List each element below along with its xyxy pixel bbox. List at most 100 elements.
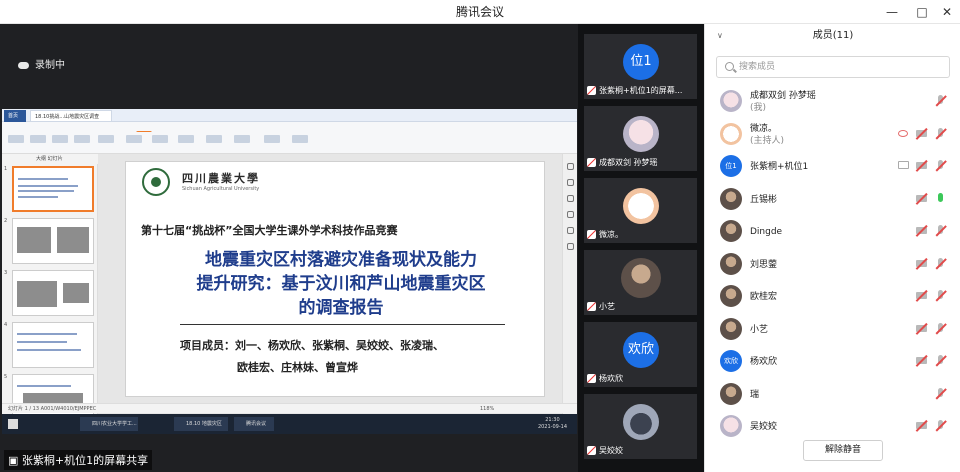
taskbar-clock: 21:30 2021-09-14 (537, 417, 567, 430)
camera-off-icon[interactable] (916, 422, 927, 429)
shared-screen: 首页 18.10挑战...山地震灾区调查 开始插入设计切换动画放映审阅视图开发工… (2, 109, 577, 434)
member-row[interactable]: 欧桂宏 (705, 281, 960, 312)
shared-screen-area[interactable]: 录制中 首页 18.10挑战...山地震灾区调查 开始插入设计切换动画放映审阅视… (0, 24, 578, 472)
camera-off-icon[interactable] (916, 292, 927, 299)
member-role: (我) (750, 103, 767, 113)
member-row[interactable]: 位1 张紫桐+机位1 (705, 151, 960, 182)
tile-name: 吴姣姣 (587, 445, 623, 456)
search-input[interactable] (739, 57, 944, 77)
ppt-status-bar: 幻灯片 1 / 13 A001/W4010/EJMPPEC 118% (2, 403, 577, 413)
video-tile[interactable]: 欢欣 杨欢欣 (584, 322, 697, 387)
avatar (720, 285, 742, 307)
tile-name: 杨欢欣 (587, 373, 623, 384)
slide-thumbnail (12, 218, 94, 264)
university-seal-logo (142, 168, 170, 196)
video-tile[interactable]: 微凉。 (584, 178, 697, 243)
eye-icon[interactable] (898, 129, 908, 137)
mic-muted-icon[interactable] (936, 420, 946, 432)
university-name-cn: 四川農業大學 (182, 172, 260, 185)
maximize-icon[interactable]: □ (910, 0, 934, 24)
member-name: 微凉。 (主持人) (750, 123, 785, 146)
mic-muted-icon[interactable] (936, 355, 946, 367)
member-name: 张紫桐+机位1 (750, 162, 809, 172)
mic-active-icon[interactable] (936, 192, 946, 205)
member-row[interactable]: 瑞 (705, 379, 960, 410)
university-name-en: Sichuan Agricultural University (182, 186, 260, 192)
avatar: 位1 (623, 44, 659, 80)
screen-share-icon: ▣ (8, 454, 19, 467)
mic-muted-icon (587, 158, 596, 167)
member-row[interactable]: 吴姣姣 (705, 411, 960, 442)
mic-muted-icon[interactable] (936, 225, 946, 237)
chevron-down-icon[interactable]: ∨ (717, 24, 723, 48)
participants-header[interactable]: ∨ 成员(11) (705, 24, 960, 48)
window-title: 腾讯会议 (455, 5, 504, 19)
avatar (720, 220, 742, 242)
avatar (720, 187, 742, 210)
ppt-menu-bar: 开始插入设计切换动画放映审阅视图开发工具会员专享 (2, 122, 577, 141)
mic-muted-icon[interactable] (936, 290, 946, 302)
mic-muted-icon[interactable] (936, 322, 946, 335)
ppt-tab-bar: 首页 18.10挑战...山地震灾区调查 (2, 109, 577, 122)
ppt-ribbon (2, 132, 577, 154)
participants-panel: ∨ 成员(11) 成都双剑 孙梦瑶(我) 微凉。(主持人) 位1 张紫桐+机位1 丘锡彬… (704, 24, 960, 472)
member-row[interactable]: 成都双剑 孙梦瑶 (我) (705, 86, 960, 117)
camera-off-icon[interactable] (916, 194, 927, 202)
member-role: (主持人) (750, 135, 785, 146)
minimize-icon[interactable]: — (880, 0, 904, 24)
video-tile[interactable]: 成都双剑 孙梦瑶 (584, 106, 697, 171)
member-row[interactable]: 刘思蓥 (705, 249, 960, 280)
screen-share-icon[interactable] (898, 161, 909, 169)
member-search[interactable] (716, 56, 950, 78)
avatar (623, 188, 659, 224)
avatar (623, 404, 659, 440)
mic-muted-icon[interactable] (936, 127, 946, 140)
tile-name: 微凉。 (587, 229, 623, 240)
avatar: 欢欣 (623, 332, 659, 368)
close-icon[interactable]: ✕ (935, 0, 959, 24)
avatar (720, 122, 742, 145)
mic-muted-icon (587, 374, 596, 383)
avatar: 欢欣 (720, 350, 742, 372)
member-row[interactable]: 小艺 (705, 314, 960, 345)
avatar (621, 258, 661, 298)
video-tile[interactable]: 吴姣姣 (584, 394, 697, 459)
video-tiles-column: 位1 张紫桐+机位1的屏幕... 成都双剑 孙梦瑶 微凉。小艺欢欣 杨欢欣吴姣姣 (578, 24, 704, 472)
recording-indicator[interactable]: 录制中 (18, 56, 65, 71)
camera-off-icon[interactable] (916, 324, 927, 332)
current-slide: 四川農業大學 Sichuan Agricultural University 第… (125, 161, 545, 397)
ppt-thumbnail-pane: 1 2 3 4 5 (2, 164, 98, 420)
search-icon (725, 62, 734, 71)
member-row[interactable]: 欢欣 杨欢欣 (705, 346, 960, 377)
slide-members: 项目成员：刘一、杨欢欣、张紫桐、吴姣姣、张凌瑞、 欧桂宏、庄林妹、曾宣烨 (180, 339, 444, 374)
title-bar: 腾讯会议 — □ ✕ (0, 0, 960, 24)
mic-muted-icon (587, 302, 596, 311)
camera-off-icon[interactable] (916, 129, 927, 137)
video-tile[interactable]: 小艺 (584, 250, 697, 315)
avatar (720, 382, 742, 405)
tile-name: 成都双剑 孙梦瑶 (587, 157, 658, 168)
video-tile[interactable]: 位1 张紫桐+机位1的屏幕... (584, 34, 697, 99)
slide-thumbnail (12, 166, 94, 212)
mic-muted-icon[interactable] (936, 160, 946, 172)
tile-name: 小艺 (587, 301, 615, 312)
mic-muted-icon[interactable] (936, 387, 946, 400)
member-row[interactable]: 丘锡彬 (705, 184, 960, 215)
avatar (720, 90, 742, 112)
mic-muted-icon[interactable] (936, 257, 946, 270)
member-name: 小艺 (750, 324, 769, 335)
unmute-all-button[interactable]: 解除静音 (803, 440, 883, 461)
camera-off-icon[interactable] (916, 357, 927, 364)
tile-name: 张紫桐+机位1的屏幕... (587, 85, 682, 96)
member-row[interactable]: Dingde (705, 216, 960, 247)
mic-muted-icon[interactable] (936, 95, 946, 107)
member-name: 刘思蓥 (750, 259, 778, 270)
member-name: 吴姣姣 (750, 422, 778, 432)
camera-off-icon[interactable] (916, 162, 927, 169)
meeting-window: 腾讯会议 — □ ✕ 录制中 首页 18.10挑战...山地震灾区调查 开始插入… (0, 0, 960, 472)
member-name: 杨欢欣 (750, 357, 778, 367)
member-row[interactable]: 微凉。 (主持人) (705, 119, 960, 150)
camera-off-icon[interactable] (916, 227, 927, 234)
camera-off-icon[interactable] (916, 259, 927, 267)
member-name: 瑞 (750, 389, 760, 400)
